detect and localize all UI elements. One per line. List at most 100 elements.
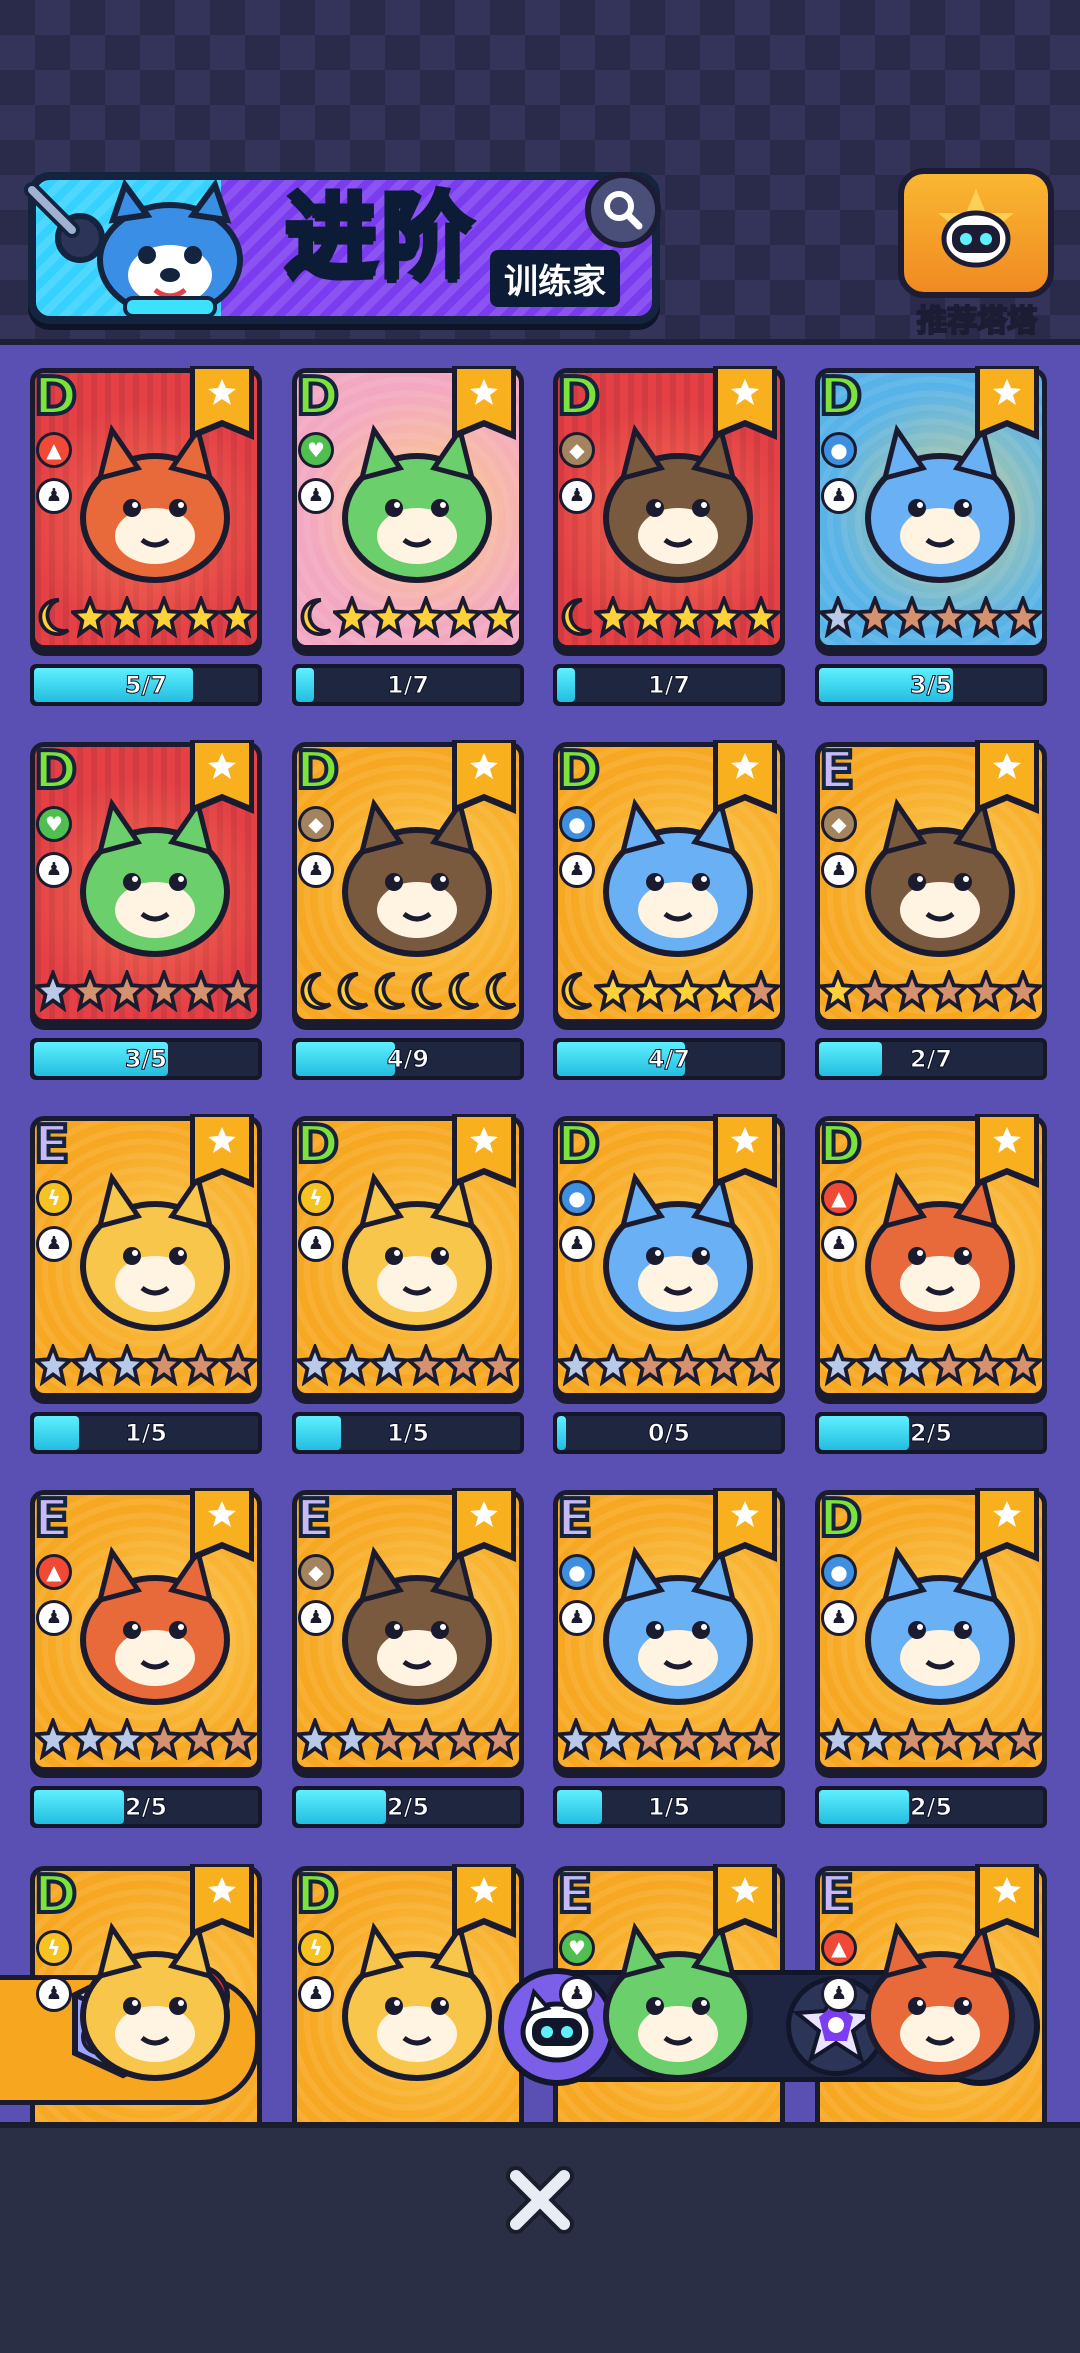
recommend-button[interactable]: 推荐塔塔 [898, 168, 1054, 340]
card-rank: E [32, 1114, 71, 1176]
tower-card[interactable]: Dϟ ♟ 1/5 [292, 1114, 524, 1461]
star-icon [300, 971, 332, 1010]
star-icon [1004, 1344, 1042, 1386]
star-rating [34, 1344, 264, 1390]
star-icon [71, 1718, 109, 1760]
tower-card[interactable]: D ● ♟ 0/5 [553, 1114, 787, 1461]
star-icon [337, 971, 369, 1010]
tower-card[interactable]: D ◆ ♟ 4/9 [292, 740, 526, 1087]
fire-element-icon: ▲ [36, 1554, 72, 1590]
card-rank: D [817, 1114, 864, 1176]
card-rank: D [555, 366, 602, 428]
tower-card[interactable]: E ● ♟ 1/5 [553, 1488, 785, 1835]
role-icon: ♟ [36, 852, 72, 888]
grass-element-icon: ♥ [559, 1930, 595, 1966]
star-icon [893, 970, 931, 1012]
star-icon [856, 970, 894, 1012]
progress-text: 1/5 [647, 1793, 691, 1822]
fire-element-icon: ▲ [821, 1930, 857, 1966]
close-icon[interactable] [500, 2160, 580, 2240]
star-rating [296, 1718, 526, 1764]
star-icon [333, 596, 371, 638]
star-rating [557, 1344, 787, 1390]
star-icon [742, 596, 780, 638]
role-icon: ♟ [821, 1226, 857, 1262]
progress-bar: 4/7 [553, 1038, 785, 1080]
creature-portrait [603, 797, 753, 957]
creature-portrait [865, 1171, 1015, 1331]
star-icon [444, 1718, 482, 1760]
star-icon [742, 1344, 780, 1386]
role-icon: ♟ [821, 1976, 857, 2012]
star-icon [407, 596, 445, 638]
tower-card[interactable]: D ♥ ♟ 1/7 [292, 366, 524, 713]
creature-portrait [80, 1171, 230, 1331]
star-icon [893, 596, 931, 638]
star-rating [819, 970, 1049, 1016]
star-icon [742, 970, 780, 1012]
star-icon [108, 596, 146, 638]
star-icon [145, 970, 183, 1012]
water-element-icon: ● [559, 1554, 595, 1590]
creature-portrait [80, 1921, 230, 2081]
tower-card[interactable]: D ● ♟ 3/5 [815, 366, 1047, 713]
progress-text: 3/5 [909, 671, 953, 700]
tower-card[interactable]: D ▲ ♟ 2/5 [815, 1114, 1049, 1461]
tower-card[interactable]: D ● ♟ 2/5 [815, 1488, 1047, 1835]
progress-bar: 1/5 [30, 1412, 262, 1454]
star-icon [108, 970, 146, 1012]
star-icon [182, 1344, 220, 1386]
role-icon: ♟ [559, 852, 595, 888]
creature-portrait [80, 797, 230, 957]
progress-text: 5/7 [124, 671, 168, 700]
creature-portrait [865, 423, 1015, 583]
role-icon: ♟ [298, 478, 334, 514]
water-element-icon: ● [821, 432, 857, 468]
thunder-element-icon: ϟ [298, 1930, 334, 1966]
tower-card[interactable]: E ◆ ♟ 2/7 [815, 740, 1049, 1087]
progress-bar: 1/5 [553, 1786, 785, 1828]
tower-card[interactable]: Eϟ ♟ 1/5 [30, 1114, 264, 1461]
star-rating [819, 1344, 1049, 1390]
star-icon [411, 971, 443, 1010]
star-rating [34, 596, 264, 642]
tower-card[interactable]: D ◆ ♟ 1/7 [553, 366, 785, 713]
star-rating [34, 1718, 264, 1764]
progress-text: 1/5 [386, 1419, 430, 1448]
star-icon [1004, 970, 1042, 1012]
star-icon [71, 596, 109, 638]
star-icon [182, 970, 220, 1012]
progress-bar: 0/5 [553, 1412, 785, 1454]
star-icon [967, 596, 1005, 638]
grass-element-icon: ♥ [36, 806, 72, 842]
star-rating [296, 970, 526, 1016]
star-icon [296, 1344, 334, 1386]
header: 进阶 训练家 推荐塔塔 [0, 0, 1080, 345]
tower-card[interactable]: E ▲ ♟ 2/5 [30, 1488, 264, 1835]
star-icon [742, 1718, 780, 1760]
tower-card[interactable]: E ◆ ♟ 2/5 [292, 1488, 526, 1835]
thunder-element-icon: ϟ [36, 1930, 72, 1966]
tower-card[interactable]: D ♥ ♟ 3/5 [30, 740, 262, 1087]
star-icon [219, 596, 257, 638]
star-icon [819, 1718, 857, 1760]
card-rank: E [32, 1488, 71, 1550]
tower-card[interactable]: D ▲ ♟ 5/7 [30, 366, 264, 713]
star-icon [705, 1718, 743, 1760]
grass-element-icon: ♥ [298, 432, 334, 468]
creature-portrait [342, 1921, 492, 2081]
progress-text: 3/5 [124, 1045, 168, 1074]
search-button[interactable] [585, 172, 661, 248]
star-icon [967, 970, 1005, 1012]
role-icon: ♟ [559, 1226, 595, 1262]
progress-bar: 2/5 [815, 1412, 1047, 1454]
card-rank: E [817, 1864, 856, 1926]
role-icon: ♟ [298, 1976, 334, 2012]
star-icon [407, 1344, 445, 1386]
star-icon [967, 1718, 1005, 1760]
progress-text: 2/5 [386, 1793, 430, 1822]
star-icon [219, 1718, 257, 1760]
tower-card[interactable]: D ● ♟ 4/7 [553, 740, 785, 1087]
star-icon [967, 1344, 1005, 1386]
star-icon [705, 1344, 743, 1386]
